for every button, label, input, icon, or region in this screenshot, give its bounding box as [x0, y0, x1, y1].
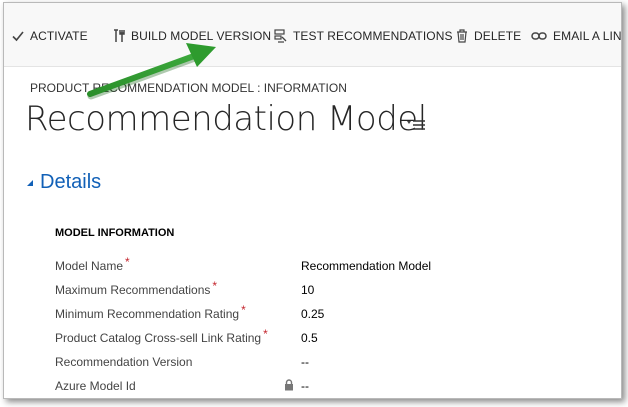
delete-button[interactable]: DELETE [456, 27, 521, 45]
field-value-azure-model-id: -- [301, 379, 309, 393]
command-bar: ACTIVATE BUILD MODEL VERSION TEST RECOMM… [4, 3, 621, 67]
field-value-recommendation-version: -- [301, 355, 309, 369]
expanded-caret-icon [27, 179, 33, 186]
field-row-cross-sell-link-rating: Product Catalog Cross-sell Link Rating * … [55, 327, 535, 349]
section-title: Details [40, 171, 102, 193]
required-indicator: * [241, 303, 246, 317]
field-label: Recommendation Version [55, 355, 193, 369]
subsection-title: MODEL INFORMATION [55, 227, 175, 239]
delete-label: DELETE [474, 29, 522, 43]
test-recommendations-label: TEST RECOMMENDATIONS [293, 29, 453, 43]
lock-icon [285, 379, 293, 391]
page-title: Recommendation Model [25, 99, 427, 139]
email-a-link-button[interactable]: EMAIL A LIN [531, 27, 622, 45]
field-row-maximum-recommendations: Maximum Recommendations * 10 [55, 279, 535, 301]
required-indicator: * [212, 279, 218, 293]
build-model-version-button[interactable]: BUILD MODEL VERSION [113, 27, 271, 45]
field-row-minimum-recommendation-rating: Minimum Recommendation Rating * 0.25 [55, 303, 535, 325]
field-row-model-name: Model Name * Recommendation Model [55, 255, 535, 277]
caret-menu-icon[interactable] [407, 117, 427, 131]
build-tools-icon [114, 29, 125, 42]
required-indicator: * [263, 327, 268, 341]
field-value-maximum-recommendations[interactable]: 10 [301, 283, 314, 297]
app-window: ACTIVATE BUILD MODEL VERSION TEST RECOMM… [3, 2, 622, 399]
field-label: Azure Model Id [55, 379, 136, 393]
build-model-version-label: BUILD MODEL VERSION [131, 29, 272, 43]
required-indicator: * [125, 255, 130, 269]
field-label: Minimum Recommendation Rating * [55, 303, 246, 321]
field-label: Product Catalog Cross-sell Link Rating * [55, 327, 268, 345]
link-icon [531, 32, 547, 40]
activate-button[interactable]: ACTIVATE [12, 27, 88, 45]
trash-icon [457, 29, 467, 43]
test-recommendations-icon [274, 29, 287, 43]
field-row-azure-model-id: Azure Model Id -- [55, 379, 535, 397]
field-label: Maximum Recommendations * [55, 279, 218, 297]
breadcrumb: PRODUCT RECOMMENDATION MODEL : INFORMATI… [30, 81, 347, 95]
details-section-toggle[interactable]: Details [26, 171, 101, 194]
test-recommendations-button[interactable]: TEST RECOMMENDATIONS [274, 27, 453, 45]
field-value-cross-sell-link-rating[interactable]: 0.5 [301, 331, 318, 345]
field-value-minimum-recommendation-rating[interactable]: 0.25 [301, 307, 324, 321]
field-row-recommendation-version: Recommendation Version -- [55, 355, 535, 373]
email-a-link-label: EMAIL A LIN [553, 29, 622, 43]
activate-label: ACTIVATE [30, 29, 88, 43]
checkmark-icon [12, 31, 24, 42]
field-label: Model Name * [55, 255, 130, 273]
field-value-model-name[interactable]: Recommendation Model [301, 259, 431, 273]
